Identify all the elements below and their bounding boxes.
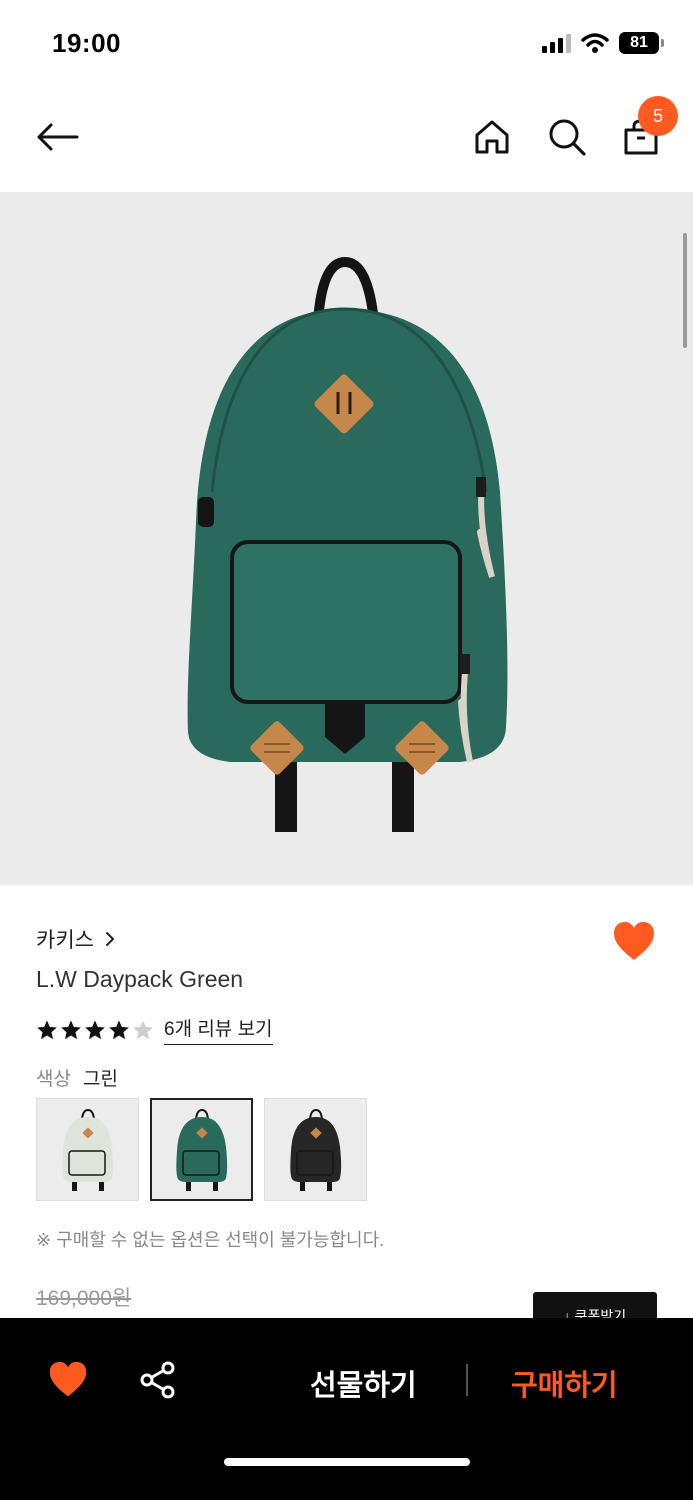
wishlist-button[interactable] (612, 920, 656, 964)
wifi-icon (581, 33, 609, 53)
option-note: ※ 구매할 수 없는 옵션은 선택이 불가능합니다. (36, 1230, 385, 1250)
status-time: 19:00 (52, 28, 121, 58)
home-indicator (224, 1458, 470, 1466)
star-icon (85, 1019, 105, 1039)
chevron-right-icon (105, 932, 114, 946)
bottom-wishlist-button[interactable] (48, 1360, 88, 1400)
backpack-thumbnail (175, 1108, 227, 1191)
battery-level: 81 (630, 34, 648, 51)
image-scroll-indicator (683, 233, 687, 348)
heart-icon (614, 922, 654, 960)
back-button[interactable] (32, 112, 82, 162)
status-icons: 81 (541, 32, 664, 54)
cart-badge: 5 (638, 96, 678, 136)
signal-icon (542, 34, 571, 53)
product-image[interactable] (0, 192, 693, 885)
brand-name: 카키스 (36, 929, 94, 952)
color-row: 색상 그린 (36, 1064, 118, 1091)
color-swatch-green[interactable] (150, 1098, 253, 1201)
status-bar: 19:00 81 (0, 0, 693, 88)
share-icon (140, 1361, 175, 1399)
color-swatch-mint[interactable] (36, 1098, 139, 1201)
rating-row: 6개 리뷰 보기 (36, 1014, 273, 1045)
original-price: 169,000원 (36, 1287, 132, 1310)
color-label: 색상 (36, 1069, 71, 1090)
star-icon (37, 1019, 57, 1039)
backpack-thumbnail (289, 1108, 341, 1191)
brand-link[interactable]: 카키스 (36, 924, 116, 954)
star-icon (61, 1019, 81, 1039)
buy-button[interactable]: 구매하기 (511, 1362, 618, 1404)
home-button[interactable] (467, 112, 517, 162)
star-rating (36, 1019, 154, 1041)
battery-icon: 81 (619, 32, 664, 54)
nav-bar (0, 88, 693, 192)
product-name: L.W Daypack Green (36, 966, 244, 992)
color-value: 그린 (82, 1069, 118, 1090)
star-icon (133, 1019, 153, 1039)
heart-icon (49, 1361, 87, 1397)
search-button[interactable] (542, 112, 592, 162)
backpack-thumbnail (61, 1108, 113, 1191)
search-icon (549, 119, 586, 156)
bottom-action-bar: 선물하기 구매하기 (0, 1318, 693, 1500)
color-swatches (36, 1098, 367, 1201)
home-icon (475, 120, 509, 154)
arrow-left-icon (37, 123, 79, 151)
divider (466, 1364, 468, 1396)
backpack-image (187, 256, 508, 832)
gift-button[interactable]: 선물하기 (310, 1362, 417, 1404)
review-link[interactable]: 6개 리뷰 보기 (164, 1014, 273, 1045)
star-icon (109, 1019, 129, 1039)
share-button[interactable] (138, 1360, 178, 1400)
color-swatch-black[interactable] (264, 1098, 367, 1201)
